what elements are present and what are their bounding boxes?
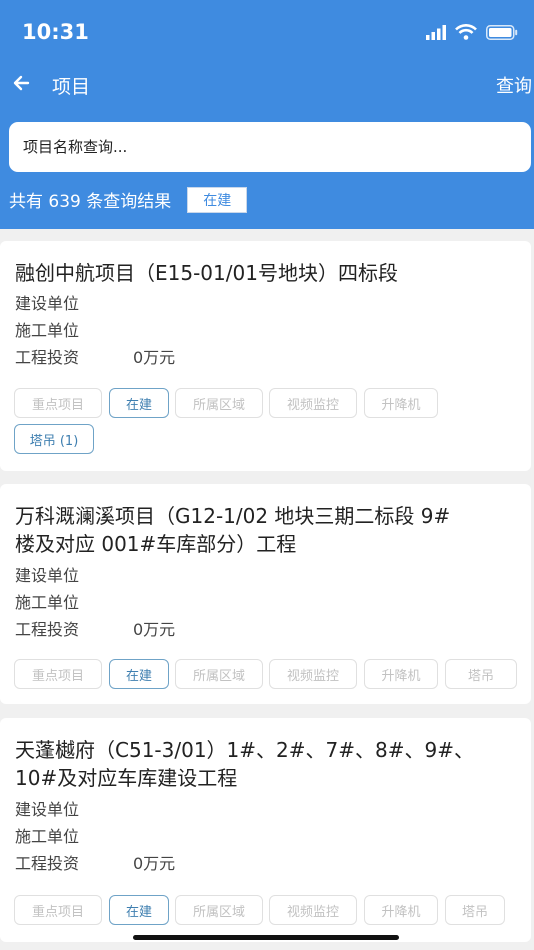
tag-key-project[interactable]: 重点项目 <box>14 659 102 689</box>
investment-value: 0万元 <box>133 854 176 873</box>
project-card[interactable]: 万科溉澜溪项目（G12-1/02 地块三期二标段 9# 楼及对应 001#车库部… <box>0 484 531 704</box>
contractor-label: 施工单位 <box>15 593 80 612</box>
wifi-icon <box>455 24 477 40</box>
tag-hoist[interactable]: 升降机 <box>364 895 438 925</box>
investment-value: 0万元 <box>133 348 176 367</box>
tag-video-monitor[interactable]: 视频监控 <box>269 895 357 925</box>
tag-video-monitor[interactable]: 视频监控 <box>269 388 357 418</box>
project-title-line-1: 万科溉澜溪项目（G12-1/02 地块三期二标段 9# <box>15 504 451 528</box>
tag-under-construction[interactable]: 在建 <box>109 895 169 925</box>
tag-hoist[interactable]: 升降机 <box>364 388 438 418</box>
back-arrow-icon[interactable] <box>6 68 36 98</box>
tag-tower-crane[interactable]: 塔吊 (1) <box>14 424 94 454</box>
tag-key-project[interactable]: 重点项目 <box>14 388 102 418</box>
page-title: 项目 <box>52 76 91 98</box>
project-title: 融创中航项目（E15-01/01号地块）四标段 <box>15 261 398 285</box>
home-indicator[interactable] <box>133 935 399 940</box>
builder-label: 建设单位 <box>15 800 80 819</box>
battery-icon <box>486 24 518 40</box>
search-input[interactable] <box>9 122 531 172</box>
tag-region[interactable]: 所属区域 <box>175 388 263 418</box>
contractor-label: 施工单位 <box>15 321 80 340</box>
tag-region[interactable]: 所属区域 <box>175 659 263 689</box>
project-title-line-2: 楼及对应 001#车库部分）工程 <box>15 532 297 556</box>
nav-bar: 项目 查询 <box>0 62 534 108</box>
investment-label: 工程投资 <box>15 854 80 873</box>
tag-key-project[interactable]: 重点项目 <box>14 895 102 925</box>
status-time: 10:31 <box>22 20 89 44</box>
tag-under-construction[interactable]: 在建 <box>109 388 169 418</box>
tag-video-monitor[interactable]: 视频监控 <box>269 659 357 689</box>
tag-hoist[interactable]: 升降机 <box>364 659 438 689</box>
result-count-text: 共有 639 条查询结果 <box>9 191 172 212</box>
signal-icon <box>426 24 446 40</box>
investment-label: 工程投资 <box>15 348 80 367</box>
builder-label: 建设单位 <box>15 294 80 313</box>
status-icons <box>426 24 518 40</box>
builder-label: 建设单位 <box>15 566 80 585</box>
status-bar: 10:31 <box>0 0 534 62</box>
tag-region[interactable]: 所属区域 <box>175 895 263 925</box>
result-summary-row: 共有 639 条查询结果 在建 <box>9 185 248 213</box>
tag-tower-crane[interactable]: 塔吊 <box>445 659 517 689</box>
project-card[interactable]: 融创中航项目（E15-01/01号地块）四标段 建设单位 施工单位 工程投资 0… <box>0 241 531 471</box>
contractor-label: 施工单位 <box>15 827 80 846</box>
header: 10:31 项目 查询 项目名称查询... 共有 639 条查询结果 在建 <box>0 0 534 229</box>
investment-value: 0万元 <box>133 620 176 639</box>
query-button[interactable]: 查询 <box>496 72 532 98</box>
tag-under-construction[interactable]: 在建 <box>109 659 169 689</box>
project-title-line-2: 10#及对应车库建设工程 <box>15 766 238 790</box>
investment-label: 工程投资 <box>15 620 80 639</box>
project-card[interactable]: 天蓬樾府（C51-3/01）1#、2#、7#、8#、9#、 10#及对应车库建设… <box>0 718 531 942</box>
tag-tower-crane[interactable]: 塔吊 <box>445 895 505 925</box>
status-filter-chip[interactable]: 在建 <box>187 187 248 213</box>
project-title-line-1: 天蓬樾府（C51-3/01）1#、2#、7#、8#、9#、 <box>15 738 474 762</box>
